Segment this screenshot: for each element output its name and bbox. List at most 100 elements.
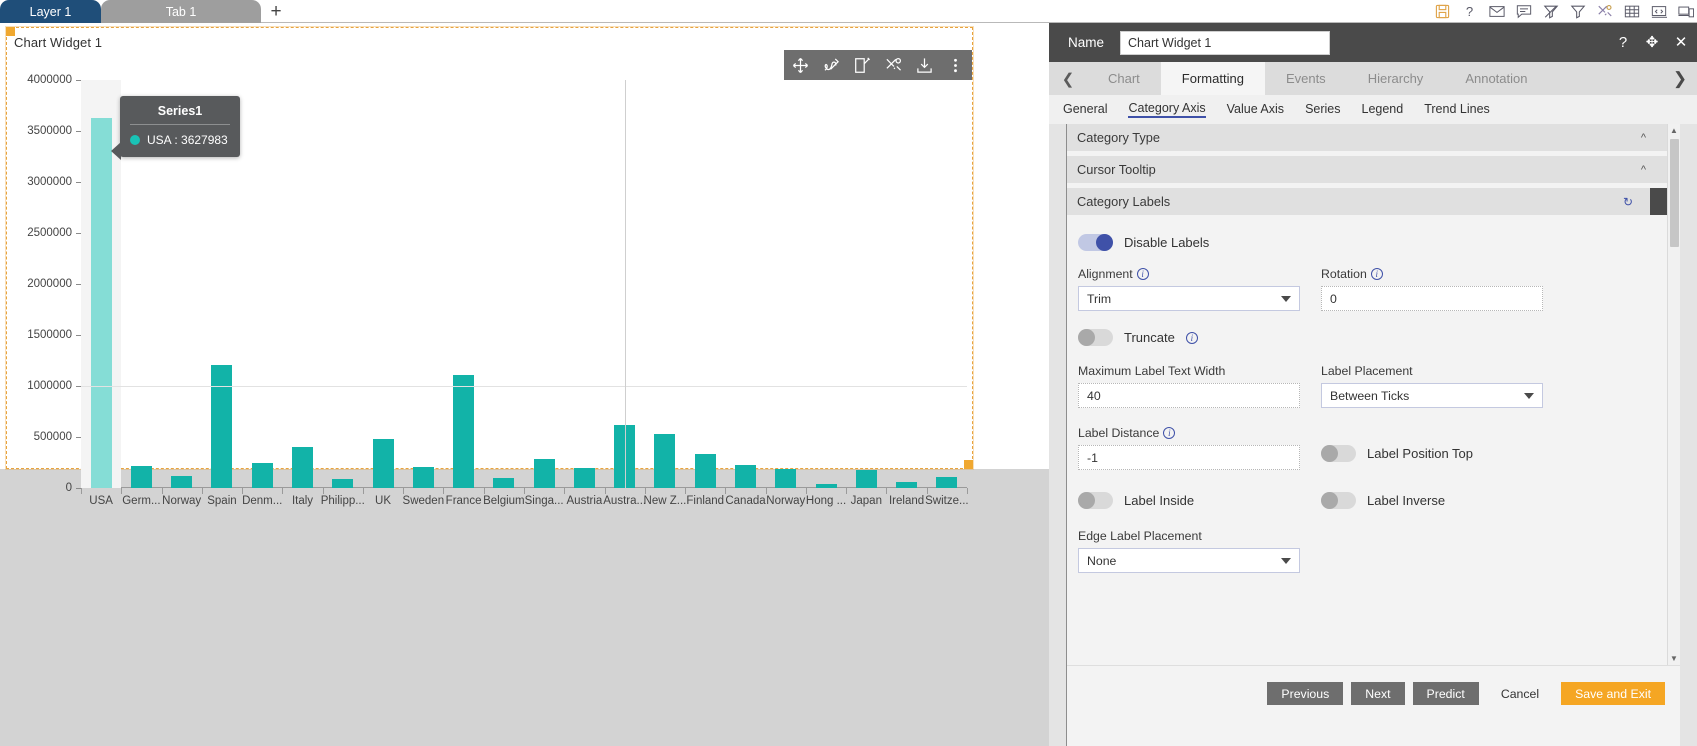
info-icon[interactable]: i <box>1136 268 1149 280</box>
bar[interactable] <box>855 469 877 488</box>
info-icon[interactable]: i <box>1185 331 1198 344</box>
cancel-button[interactable]: Cancel <box>1487 682 1553 705</box>
bar[interactable] <box>90 117 112 488</box>
tab-annotation[interactable]: Annotation <box>1444 62 1548 95</box>
close-icon[interactable]: ✕ <box>1673 35 1689 51</box>
max-label-width-input[interactable]: 40 <box>1078 383 1300 408</box>
app-root: Layer 1 Tab 1 + ? Chart Widget 1 0 50000… <box>0 0 1697 746</box>
scroll-up-icon[interactable]: ▲ <box>1668 124 1680 137</box>
category-axis-tick-label: Finland <box>686 495 725 507</box>
tabs-scroll-right-icon[interactable]: ❯ <box>1663 62 1697 95</box>
table-icon[interactable] <box>1623 3 1640 20</box>
rotation-label-wrap: Rotation i <box>1321 267 1543 281</box>
label-inverse-toggle[interactable] <box>1321 492 1356 509</box>
section-cursor-tooltip[interactable]: Cursor Tooltip ^ <box>1067 156 1680 183</box>
edge-label-placement-select[interactable]: None <box>1078 548 1300 573</box>
section-category-type[interactable]: Category Type ^ <box>1067 124 1680 151</box>
chart-widget[interactable]: Chart Widget 1 0 500000 1000000 1500000 … <box>5 26 974 507</box>
label-distance-input[interactable]: -1 <box>1078 445 1300 470</box>
alignment-select[interactable]: Trim <box>1078 286 1300 311</box>
label-position-top-toggle[interactable] <box>1321 445 1356 462</box>
value-axis-tick-label: 4000000 <box>27 74 72 86</box>
tabs-scroll-left-icon[interactable]: ❮ <box>1049 62 1087 95</box>
category-axis-tick <box>967 488 968 494</box>
bar[interactable] <box>694 454 716 488</box>
category-axis-tick <box>644 488 646 494</box>
next-button[interactable]: Next <box>1351 682 1405 705</box>
save-and-exit-button[interactable]: Save and Exit <box>1561 682 1665 705</box>
bar[interactable] <box>372 439 394 488</box>
label-placement-select[interactable]: Between Ticks <box>1321 383 1543 408</box>
label-inside-toggle[interactable] <box>1078 492 1113 509</box>
chevron-up-icon[interactable]: ^ <box>1641 164 1646 176</box>
subtab-value-axis[interactable]: Value Axis <box>1227 102 1284 117</box>
refresh-icon[interactable]: ↻ <box>1623 195 1633 209</box>
bar[interactable] <box>775 469 797 488</box>
scrollbar-thumb[interactable] <box>1670 139 1679 247</box>
previous-button[interactable]: Previous <box>1267 682 1344 705</box>
bar[interactable] <box>493 478 515 488</box>
tools-icon[interactable] <box>1596 3 1613 20</box>
scroll-down-icon[interactable]: ▼ <box>1668 652 1680 665</box>
bar[interactable] <box>211 365 233 488</box>
bar[interactable] <box>573 467 595 488</box>
tab-layer-1[interactable]: Layer 1 <box>0 0 101 23</box>
bar[interactable] <box>130 466 152 488</box>
label-placement-field: Label Placement Between Ticks <box>1321 364 1543 408</box>
bar[interactable] <box>533 458 555 488</box>
add-tab-button[interactable]: + <box>261 0 291 23</box>
help-icon[interactable]: ? <box>1615 35 1631 51</box>
bar[interactable] <box>332 479 354 488</box>
tab-events[interactable]: Events <box>1265 62 1347 95</box>
label-inverse-label: Label Inverse <box>1367 493 1446 508</box>
truncate-label: Truncate <box>1124 330 1175 345</box>
device-icon[interactable] <box>1677 3 1694 20</box>
category-axis-tick <box>322 488 324 494</box>
subtab-series[interactable]: Series <box>1305 102 1340 117</box>
category-axis-tick-label: Singa... <box>524 495 564 507</box>
code-icon[interactable] <box>1650 3 1667 20</box>
section-category-labels[interactable]: Category Labels ↻ <box>1067 188 1680 215</box>
bar[interactable] <box>171 475 193 488</box>
clear-filter-icon[interactable] <box>1542 3 1559 20</box>
mail-icon[interactable] <box>1488 3 1505 20</box>
help-icon[interactable]: ? <box>1461 3 1478 20</box>
rotation-input[interactable]: 0 <box>1321 286 1543 311</box>
category-axis-tick-label: Sweden <box>402 495 445 507</box>
edge-label-placement-value: None <box>1087 553 1117 568</box>
subtab-trend-lines[interactable]: Trend Lines <box>1424 102 1490 117</box>
widget-name-input[interactable] <box>1120 30 1331 55</box>
tab-chart[interactable]: Chart <box>1087 62 1161 95</box>
edge-label-placement-field: Edge Label Placement None <box>1078 529 1300 573</box>
info-icon[interactable]: i <box>1370 268 1383 280</box>
category-axis-labels: USA Germ... Norway Spain Denm... Italy Philipp… <box>81 488 969 510</box>
bar[interactable] <box>292 446 313 488</box>
value-axis-tick-label: 3500000 <box>27 125 72 137</box>
bar[interactable] <box>251 462 273 488</box>
subtab-category-axis[interactable]: Category Axis <box>1128 101 1206 118</box>
disable-labels-row: Disable Labels <box>1078 234 1669 251</box>
tab-tab-1[interactable]: Tab 1 <box>101 0 261 23</box>
panel-scrollbar[interactable]: ▲ ▼ <box>1667 124 1680 665</box>
disable-labels-toggle[interactable] <box>1078 234 1113 251</box>
tab-formatting[interactable]: Formatting <box>1160 62 1265 95</box>
truncate-toggle[interactable] <box>1078 329 1113 346</box>
save-icon[interactable] <box>1434 3 1451 20</box>
filter-icon[interactable] <box>1569 3 1586 20</box>
category-axis-tick <box>161 488 163 494</box>
move-icon[interactable]: ✥ <box>1644 35 1660 51</box>
bar[interactable] <box>735 465 756 488</box>
bar[interactable] <box>654 433 676 488</box>
subtab-general[interactable]: General <box>1063 102 1107 117</box>
chevron-up-icon[interactable]: ^ <box>1641 132 1646 144</box>
bar[interactable] <box>412 467 434 488</box>
info-icon[interactable]: i <box>1163 427 1176 439</box>
bar[interactable] <box>453 375 475 488</box>
panel-header-icons: ? ✥ ✕ <box>1615 23 1689 62</box>
predict-button[interactable]: Predict <box>1412 682 1479 705</box>
subtab-legend[interactable]: Legend <box>1362 102 1404 117</box>
tab-hierarchy[interactable]: Hierarchy <box>1347 62 1445 95</box>
canvas-empty-area <box>0 469 1049 746</box>
bar[interactable] <box>936 476 958 488</box>
comment-icon[interactable] <box>1515 3 1532 20</box>
